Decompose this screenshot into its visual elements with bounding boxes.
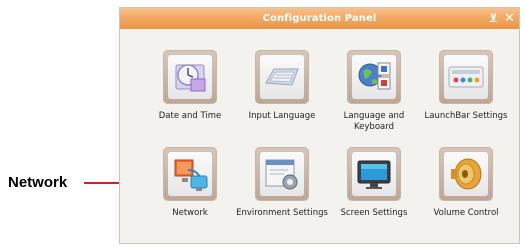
speaker-icon-frame xyxy=(439,147,493,201)
speaker-icon xyxy=(444,152,488,196)
window-titlebar[interactable]: Configuration Panel ⊻ ✕ xyxy=(120,8,519,30)
network-icon-frame xyxy=(163,147,217,201)
monitor-icon-frame xyxy=(347,147,401,201)
tile-label: Date and Time xyxy=(158,111,222,121)
tile-date-and-time[interactable]: Date and Time xyxy=(144,50,236,122)
close-button[interactable]: ✕ xyxy=(502,11,517,26)
tile-label: Language and Keyboard xyxy=(343,111,405,132)
minimize-button[interactable]: ⊻ xyxy=(486,11,501,26)
tile-label: Volume Control xyxy=(433,208,499,218)
date-time-icon xyxy=(168,55,212,99)
window-title: Configuration Panel xyxy=(262,13,377,24)
keyboard-icon-frame xyxy=(255,50,309,104)
language-keyboard-icon-frame xyxy=(347,50,401,104)
tile-network[interactable]: Network xyxy=(144,147,236,219)
screenshot-stage: Network Configuration Panel ⊻ ✕ Date and… xyxy=(0,0,525,248)
monitor-icon xyxy=(352,152,396,196)
tile-label: Network xyxy=(172,208,208,218)
date-time-icon-frame xyxy=(163,50,217,104)
network-icon xyxy=(168,152,212,196)
tile-label: Environment Settings xyxy=(236,208,328,218)
tile-environment-settings[interactable]: Environment Settings xyxy=(236,147,328,219)
environment-settings-icon xyxy=(260,152,304,196)
keyboard-icon xyxy=(260,55,304,99)
environment-settings-icon-frame xyxy=(255,147,309,201)
tile-label: Input Language xyxy=(248,111,316,121)
tile-label: LaunchBar Settings xyxy=(424,111,508,121)
launchbar-icon xyxy=(444,55,488,99)
tile-language-and-keyboard[interactable]: Language and Keyboard xyxy=(328,50,420,133)
tile-volume-control[interactable]: Volume Control xyxy=(420,147,512,219)
tile-launchbar-settings[interactable]: LaunchBar Settings xyxy=(420,50,512,122)
control-panel-grid: Date and Time Input Language Language an… xyxy=(120,29,519,243)
language-keyboard-icon xyxy=(352,55,396,99)
tile-screen-settings[interactable]: Screen Settings xyxy=(328,147,420,219)
configuration-panel-window: Configuration Panel ⊻ ✕ Date and Time In… xyxy=(119,7,520,244)
launchbar-icon-frame xyxy=(439,50,493,104)
callout-label: Network xyxy=(8,174,68,191)
tile-input-language[interactable]: Input Language xyxy=(236,50,328,122)
tile-label: Screen Settings xyxy=(340,208,408,218)
